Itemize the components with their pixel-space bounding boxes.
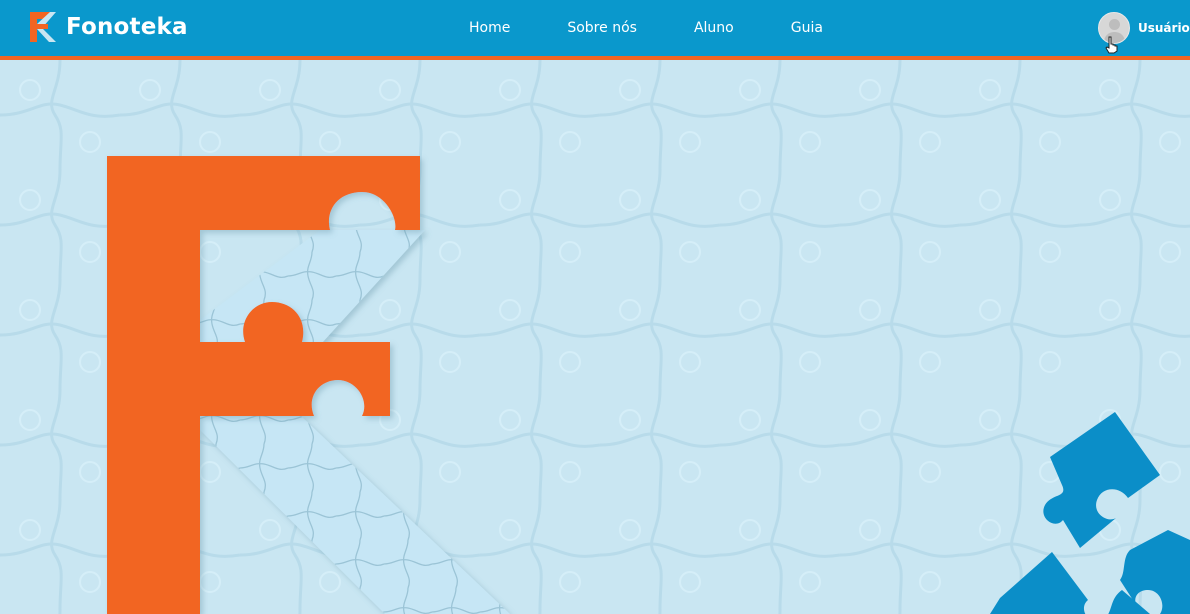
hero-banner xyxy=(0,60,1190,614)
hero-illustration xyxy=(0,60,1190,614)
brand-name: Fonoteka xyxy=(66,14,188,40)
nav-guia[interactable]: Guia xyxy=(791,20,823,36)
nav-sobre-nos[interactable]: Sobre nós xyxy=(567,20,637,36)
nav-home[interactable]: Home xyxy=(469,20,510,36)
fonoteka-logo-icon xyxy=(30,12,56,42)
main-nav: Home Sobre nós Aluno Guia xyxy=(440,0,823,56)
top-navbar: Fonoteka Home Sobre nós Aluno Guia Usuár… xyxy=(0,0,1190,60)
brand-home-link[interactable]: Fonoteka xyxy=(28,10,188,44)
hand-cursor-icon xyxy=(1105,36,1118,54)
nav-aluno[interactable]: Aluno xyxy=(694,20,734,36)
user-name[interactable]: Usuário xyxy=(1138,21,1190,35)
avatar-head xyxy=(1109,19,1120,30)
